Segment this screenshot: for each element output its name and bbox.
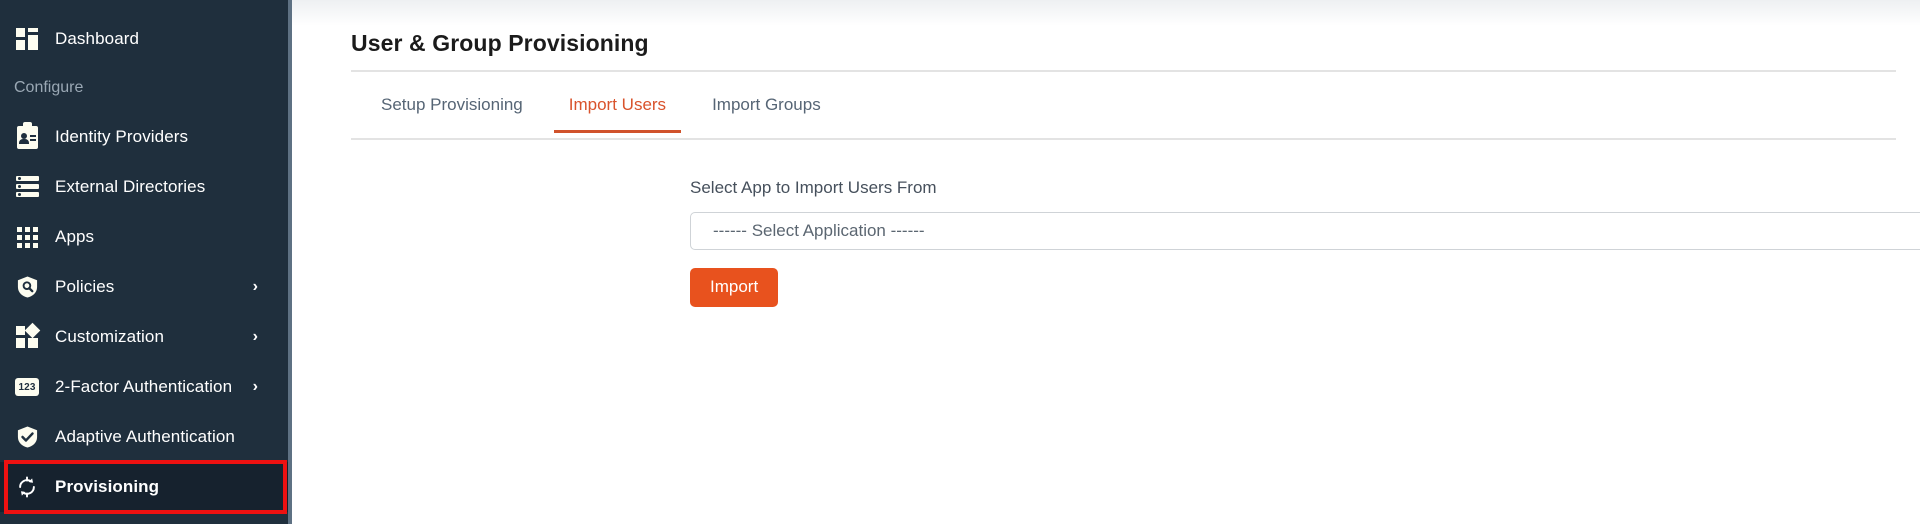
- sidebar-item-label: Apps: [55, 227, 95, 246]
- sidebar-item-label: Identity Providers: [55, 127, 189, 146]
- tab-import-groups[interactable]: Import Groups: [689, 82, 844, 131]
- shield-search-icon: [14, 274, 40, 300]
- chevron-right-icon: ›: [252, 328, 258, 345]
- sidebar-item-label: Policies: [55, 277, 115, 296]
- sidebar-item-adaptive-authentication[interactable]: Adaptive Authentication: [0, 412, 288, 462]
- shield-check-icon: [14, 424, 40, 450]
- sidebar-item-dashboard[interactable]: Dashboard: [0, 14, 288, 64]
- main-content: User & Group Provisioning Setup Provisio…: [292, 0, 1920, 524]
- sidebar-item-provisioning[interactable]: Provisioning: [0, 462, 288, 512]
- sidebar-item-apps[interactable]: Apps: [0, 212, 288, 262]
- apps-grid-icon: [14, 224, 40, 250]
- import-users-form: Select App to Import Users From ------ S…: [690, 178, 1920, 307]
- numeric-123-icon-text: 123: [15, 378, 39, 396]
- page-title: User & Group Provisioning: [351, 30, 649, 56]
- sidebar-item-external-directories[interactable]: External Directories: [0, 162, 288, 212]
- sidebar-item-label: Provisioning: [55, 477, 160, 496]
- numeric-123-icon: 123: [14, 374, 40, 400]
- sidebar-section-configure: Configure: [14, 79, 84, 96]
- sidebar-item-label: Adaptive Authentication: [55, 427, 235, 446]
- chevron-right-icon: ›: [252, 278, 258, 295]
- id-badge-icon: [14, 121, 40, 150]
- sync-icon: [14, 474, 40, 500]
- select-app-value: ------ Select Application ------: [713, 221, 925, 240]
- sidebar-item-label: Customization: [55, 327, 165, 346]
- import-button[interactable]: Import: [690, 268, 779, 307]
- app-root: Dashboard Configure Identity Providers E…: [0, 0, 1920, 524]
- tab-import-users[interactable]: Import Users: [546, 82, 689, 133]
- sidebar-item-label: External Directories: [55, 177, 206, 196]
- select-app-dropdown[interactable]: ------ Select Application ------: [690, 212, 1920, 250]
- title-divider: [351, 70, 1896, 72]
- dashboard-icon: [14, 26, 40, 52]
- sidebar-item-customization[interactable]: Customization ›: [0, 312, 288, 362]
- tab-setup-provisioning[interactable]: Setup Provisioning: [358, 82, 546, 131]
- customization-icon: [14, 322, 41, 350]
- directory-icon: [14, 174, 40, 200]
- sidebar-item-label: Dashboard: [55, 29, 140, 48]
- tab-bar: Setup Provisioning Import Users Import G…: [351, 82, 1896, 140]
- sidebar-item-label: 2-Factor Authentication: [55, 377, 233, 396]
- sidebar: Dashboard Configure Identity Providers E…: [0, 0, 292, 524]
- sidebar-item-2-factor-authentication[interactable]: 123 2-Factor Authentication ›: [0, 362, 288, 412]
- select-app-label: Select App to Import Users From: [690, 178, 937, 197]
- sidebar-item-policies[interactable]: Policies ›: [0, 262, 288, 312]
- chevron-right-icon: ›: [252, 378, 258, 395]
- sidebar-item-identity-providers[interactable]: Identity Providers: [0, 112, 288, 162]
